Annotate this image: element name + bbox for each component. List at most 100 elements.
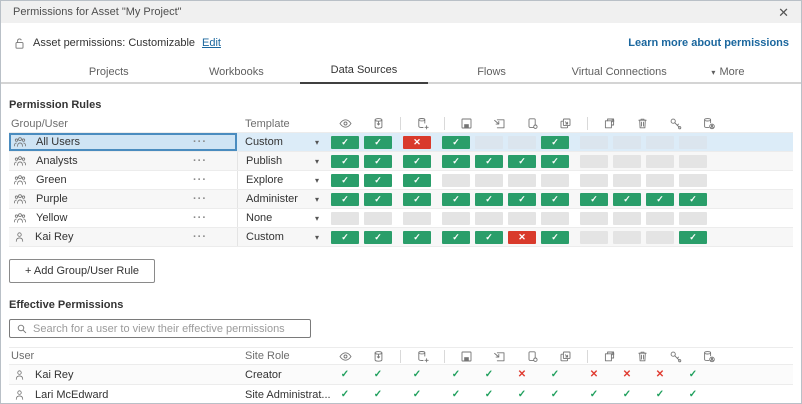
row-actions-menu-icon[interactable]: ··· <box>193 212 207 224</box>
capability-cell-overwrite-allow[interactable]: ✓ <box>508 155 536 168</box>
capability-cell-set-permissions-none[interactable] <box>646 155 674 168</box>
capability-cell-move-none[interactable] <box>580 136 608 149</box>
tab-workbooks[interactable]: Workbooks <box>173 61 301 84</box>
capability-cell-save-allow[interactable]: ✓ <box>403 231 431 244</box>
template-dropdown[interactable]: Publish▾ <box>237 152 331 170</box>
capability-overwrite-icon <box>518 350 546 363</box>
rule-group-user-cell[interactable]: Kai Rey··· <box>9 228 237 246</box>
tab-more[interactable]: ▾More <box>683 61 773 84</box>
capability-cell-delete-none[interactable] <box>613 155 641 168</box>
capability-cell-delete-allow[interactable]: ✓ <box>613 193 641 206</box>
capability-cell-download-allow[interactable]: ✓ <box>442 231 470 244</box>
capability-cell-overwrite-deny[interactable]: ✕ <box>508 231 536 244</box>
capability-cell-overwrite-none[interactable] <box>508 174 536 187</box>
rule-group-user-cell[interactable]: Yellow··· <box>9 209 237 227</box>
capability-cell-save-allow[interactable]: ✓ <box>403 174 431 187</box>
template-dropdown[interactable]: Explore▾ <box>237 171 331 189</box>
capability-cell-connect-none[interactable] <box>364 212 392 225</box>
rule-group-user-cell[interactable]: Purple··· <box>9 190 237 208</box>
capability-connect-icon <box>364 117 392 130</box>
capability-cell-move-allow[interactable]: ✓ <box>580 193 608 206</box>
capability-cell-overwrite-none[interactable] <box>508 212 536 225</box>
capability-cell-delete-none[interactable] <box>613 174 641 187</box>
capability-cell-move-none[interactable] <box>580 155 608 168</box>
capability-cell-publish-none[interactable] <box>475 136 503 149</box>
capability-cell-set-permissions-allow[interactable]: ✓ <box>646 193 674 206</box>
capability-cell-overwrite-allow[interactable]: ✓ <box>508 193 536 206</box>
capability-cell-publish-allow[interactable]: ✓ <box>475 155 503 168</box>
capability-cell-overwrite-none[interactable] <box>508 136 536 149</box>
capability-cell-duplicate-allow[interactable]: ✓ <box>541 193 569 206</box>
capability-cell-save-deny[interactable]: ✕ <box>403 136 431 149</box>
site-role-value: Creator <box>245 369 282 381</box>
capability-cell-change-owner-none[interactable] <box>679 155 707 168</box>
template-dropdown[interactable]: Administer▾ <box>237 190 331 208</box>
tab-virtual-connections[interactable]: Virtual Connections <box>555 61 683 84</box>
capability-cell-duplicate-none[interactable] <box>541 174 569 187</box>
capability-cell-connect-allow[interactable]: ✓ <box>364 193 392 206</box>
capability-cell-move-none[interactable] <box>580 231 608 244</box>
capability-cell-connect-allow[interactable]: ✓ <box>364 136 392 149</box>
capability-cell-save-allow[interactable]: ✓ <box>403 155 431 168</box>
capability-cell-move-none[interactable] <box>580 174 608 187</box>
row-actions-menu-icon[interactable]: ··· <box>193 155 207 167</box>
capability-cell-save-allow[interactable]: ✓ <box>403 193 431 206</box>
capability-cell-set-permissions-none[interactable] <box>646 231 674 244</box>
capability-cell-view-none[interactable] <box>331 212 359 225</box>
template-dropdown[interactable]: Custom▾ <box>237 133 331 151</box>
capability-cell-set-permissions-none[interactable] <box>646 174 674 187</box>
capability-cell-save-none[interactable] <box>403 212 431 225</box>
capability-cell-publish-allow[interactable]: ✓ <box>475 231 503 244</box>
capability-cell-set-permissions-none[interactable] <box>646 212 674 225</box>
capability-cell-view-allow[interactable]: ✓ <box>331 231 359 244</box>
capability-cell-duplicate-none[interactable] <box>541 212 569 225</box>
tab-data-sources[interactable]: Data Sources <box>300 59 428 84</box>
capability-cell-download-none[interactable] <box>442 174 470 187</box>
capability-cell-view-allow[interactable]: ✓ <box>331 193 359 206</box>
capability-cell-connect-allow[interactable]: ✓ <box>364 174 392 187</box>
capability-cell-download-none[interactable] <box>442 212 470 225</box>
capability-cell-connect-allow[interactable]: ✓ <box>364 155 392 168</box>
template-dropdown[interactable]: None▾ <box>237 209 331 227</box>
capability-cell-duplicate-allow[interactable]: ✓ <box>541 231 569 244</box>
row-actions-menu-icon[interactable]: ··· <box>193 136 207 148</box>
capability-cell-change-owner-allow[interactable]: ✓ <box>679 193 707 206</box>
tab-projects[interactable]: Projects <box>45 61 173 84</box>
row-actions-menu-icon[interactable]: ··· <box>193 231 207 243</box>
close-icon[interactable]: ✕ <box>778 6 789 19</box>
rule-group-user-cell[interactable]: Green··· <box>9 171 237 189</box>
capability-cell-change-owner-none[interactable] <box>679 212 707 225</box>
rule-group-user-cell[interactable]: All Users··· <box>9 133 237 151</box>
edit-link[interactable]: Edit <box>202 37 221 49</box>
group-icon <box>13 212 27 224</box>
capability-cell-change-owner-none[interactable] <box>679 174 707 187</box>
capability-cell-duplicate-allow[interactable]: ✓ <box>541 136 569 149</box>
capability-cell-publish-none[interactable] <box>475 212 503 225</box>
row-actions-menu-icon[interactable]: ··· <box>193 174 207 186</box>
capability-cell-view-allow[interactable]: ✓ <box>331 174 359 187</box>
template-dropdown[interactable]: Custom▾ <box>237 228 331 246</box>
capability-cell-change-owner-none[interactable] <box>679 136 707 149</box>
learn-more-link[interactable]: Learn more about permissions <box>628 37 789 49</box>
template-value: None <box>246 212 272 224</box>
capability-cell-download-allow[interactable]: ✓ <box>442 193 470 206</box>
capability-cell-connect-allow[interactable]: ✓ <box>364 231 392 244</box>
capability-cell-delete-none[interactable] <box>613 212 641 225</box>
capability-cell-move-none[interactable] <box>580 212 608 225</box>
search-input[interactable] <box>33 323 304 335</box>
row-actions-menu-icon[interactable]: ··· <box>193 193 207 205</box>
rule-group-user-cell[interactable]: Analysts··· <box>9 152 237 170</box>
capability-cell-duplicate-allow[interactable]: ✓ <box>541 155 569 168</box>
capability-cell-publish-none[interactable] <box>475 174 503 187</box>
tab-flows[interactable]: Flows <box>428 61 556 84</box>
capability-cell-publish-allow[interactable]: ✓ <box>475 193 503 206</box>
capability-cell-delete-none[interactable] <box>613 231 641 244</box>
capability-cell-set-permissions-none[interactable] <box>646 136 674 149</box>
add-group-user-rule-button[interactable]: + Add Group/User Rule <box>9 259 155 283</box>
capability-cell-delete-none[interactable] <box>613 136 641 149</box>
capability-cell-view-allow[interactable]: ✓ <box>331 155 359 168</box>
capability-cell-change-owner-allow[interactable]: ✓ <box>679 231 707 244</box>
capability-cell-download-allow[interactable]: ✓ <box>442 136 470 149</box>
capability-cell-view-allow[interactable]: ✓ <box>331 136 359 149</box>
capability-cell-download-allow[interactable]: ✓ <box>442 155 470 168</box>
